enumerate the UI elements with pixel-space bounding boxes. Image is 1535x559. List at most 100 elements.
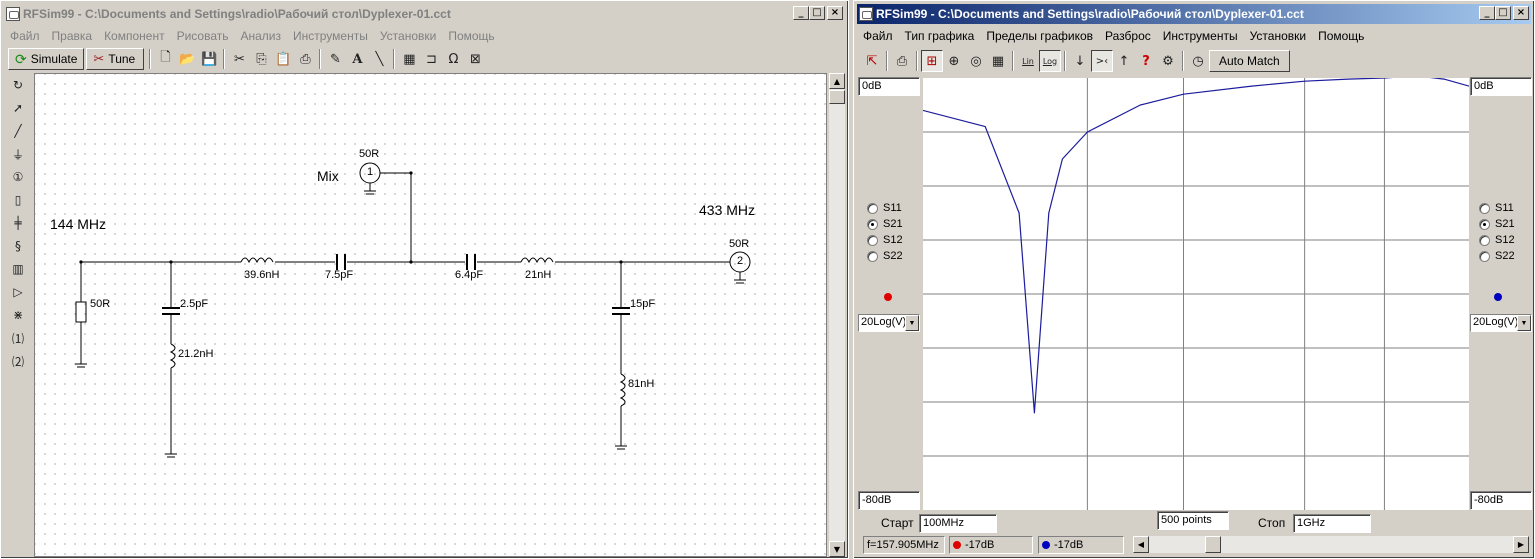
app-icon[interactable] bbox=[6, 7, 20, 21]
title-bar[interactable]: RFSim99 - C:\Documents and Settings\radi… bbox=[857, 4, 1531, 24]
right-top-limit-field[interactable]: 0dB bbox=[1470, 77, 1532, 96]
left-mode-select[interactable]: 20Log(V) ▼ bbox=[858, 314, 920, 332]
stop-frequency-field[interactable]: 1GHz bbox=[1293, 514, 1371, 533]
right-bottom-limit-field[interactable]: -80dB bbox=[1470, 491, 1532, 510]
text-tool-icon[interactable]: A bbox=[346, 48, 368, 70]
app-icon[interactable] bbox=[859, 7, 873, 21]
arrow-up-icon[interactable]: ↑ bbox=[1113, 50, 1135, 72]
horizontal-scrollbar[interactable]: ◀ ▶ bbox=[1133, 536, 1529, 553]
clock-icon[interactable]: ◷ bbox=[1187, 50, 1209, 72]
transmission-line-icon[interactable]: ⊐ bbox=[420, 48, 442, 70]
menu-graph-limits[interactable]: Пределы графиков bbox=[980, 29, 1099, 43]
minimize-button[interactable]: _ bbox=[793, 6, 809, 20]
capacitor-icon[interactable]: ╪ bbox=[7, 212, 29, 234]
export-icon[interactable]: ⇱ bbox=[861, 50, 883, 72]
menu-help[interactable]: Помощь bbox=[1312, 29, 1370, 43]
left-bottom-limit-field[interactable]: -80dB bbox=[858, 491, 920, 510]
line-tool-icon[interactable]: ╲ bbox=[368, 48, 390, 70]
scroll-left-icon[interactable]: ◀ bbox=[1133, 536, 1149, 553]
menu-analysis[interactable]: Анализ bbox=[235, 29, 288, 43]
menu-edit[interactable]: Правка bbox=[46, 29, 99, 43]
menu-tools[interactable]: Инструменты bbox=[1157, 29, 1244, 43]
scroll-up-icon[interactable]: ▲ bbox=[829, 73, 845, 89]
menu-tools[interactable]: Инструменты bbox=[287, 29, 374, 43]
wire-icon[interactable]: ╱ bbox=[7, 120, 29, 142]
left-s11-radio[interactable]: S11 bbox=[867, 202, 902, 214]
coil-icon[interactable]: Ω bbox=[442, 48, 464, 70]
rectangular-plot-icon[interactable]: ⊞ bbox=[921, 50, 943, 72]
ground-icon[interactable]: ⏚ bbox=[7, 143, 29, 165]
calculator-icon[interactable]: ▦ bbox=[398, 48, 420, 70]
minimize-button[interactable]: _ bbox=[1479, 6, 1495, 20]
amplifier-icon[interactable]: ▷ bbox=[7, 281, 29, 303]
plot-area[interactable] bbox=[923, 78, 1469, 510]
smith-chart-icon[interactable]: ◎ bbox=[965, 50, 987, 72]
vertical-scrollbar[interactable]: ▲ ▼ bbox=[829, 73, 845, 557]
right-mode-select[interactable]: 20Log(V) ▼ bbox=[1470, 314, 1532, 332]
chevron-down-icon[interactable]: ▼ bbox=[905, 315, 919, 331]
menu-help[interactable]: Помощь bbox=[442, 29, 500, 43]
pointer-icon[interactable]: ➚ bbox=[7, 97, 29, 119]
zoom-in-icon[interactable]: >‹ bbox=[1091, 50, 1113, 72]
right-s22-radio[interactable]: S22 bbox=[1479, 250, 1515, 262]
scroll-right-icon[interactable]: ▶ bbox=[1513, 536, 1529, 553]
log-scale-button[interactable]: Log bbox=[1039, 50, 1061, 72]
menu-draw[interactable]: Рисовать bbox=[171, 29, 235, 43]
cut-icon[interactable]: ✂ bbox=[228, 48, 250, 70]
menu-settings[interactable]: Установки bbox=[374, 29, 442, 43]
new-file-icon[interactable]: 🗋 bbox=[154, 48, 176, 70]
port2-number: 2 bbox=[737, 255, 744, 267]
left-s22-radio[interactable]: S22 bbox=[867, 250, 903, 262]
menu-spread[interactable]: Разброс bbox=[1099, 29, 1157, 43]
arrow-down-icon[interactable]: ↓ bbox=[1069, 50, 1091, 72]
tuning-icon[interactable]: ⚙ bbox=[1157, 50, 1179, 72]
print-icon[interactable]: ⎙ bbox=[891, 50, 913, 72]
coupler-icon[interactable]: ⋇ bbox=[7, 304, 29, 326]
toolbar-separator bbox=[223, 49, 226, 69]
menu-graph-type[interactable]: Тип графика bbox=[899, 29, 981, 43]
auto-match-button[interactable]: Auto Match bbox=[1209, 50, 1290, 72]
right-s11-radio[interactable]: S11 bbox=[1479, 202, 1514, 214]
close-button[interactable]: × bbox=[827, 6, 843, 20]
schematic-canvas[interactable]: 144 MHz 433 MHz Mix 50R 1 50R 2 50R 2.5p… bbox=[34, 73, 827, 557]
title-bar[interactable]: RFSim99 - C:\Documents and Settings\radi… bbox=[4, 4, 845, 24]
tune-button[interactable]: ✂ Tune bbox=[86, 48, 145, 70]
close-button[interactable]: × bbox=[1513, 6, 1529, 20]
inductor-icon[interactable]: § bbox=[7, 235, 29, 257]
help-icon[interactable]: ? bbox=[1135, 50, 1157, 72]
port-2-icon[interactable]: ⑵ bbox=[7, 350, 29, 372]
table-icon[interactable]: ▦ bbox=[987, 50, 1009, 72]
simulate-button[interactable]: ⟳ Simulate bbox=[8, 48, 85, 70]
transformer-icon[interactable]: ▥ bbox=[7, 258, 29, 280]
probe-icon[interactable]: ✎ bbox=[324, 48, 346, 70]
start-frequency-field[interactable]: 100MHz bbox=[919, 514, 997, 533]
maximize-button[interactable]: □ bbox=[809, 6, 825, 20]
maximize-button[interactable]: □ bbox=[1495, 6, 1511, 20]
lin-scale-button[interactable]: Lin bbox=[1017, 50, 1039, 72]
paste-icon[interactable]: 📋 bbox=[272, 48, 294, 70]
print-icon[interactable]: ⎙ bbox=[294, 48, 316, 70]
left-s12-radio[interactable]: S12 bbox=[867, 234, 903, 246]
smith-tool-icon[interactable]: ⊠ bbox=[464, 48, 486, 70]
chevron-down-icon[interactable]: ▼ bbox=[1517, 315, 1531, 331]
right-s21-radio[interactable]: S21 bbox=[1479, 218, 1515, 230]
copy-icon[interactable]: ⎘ bbox=[250, 48, 272, 70]
polar-plot-icon[interactable]: ⊕ bbox=[943, 50, 965, 72]
port-icon[interactable]: ① bbox=[7, 166, 29, 188]
menu-settings[interactable]: Установки bbox=[1244, 29, 1312, 43]
rotate-icon[interactable]: ↻ bbox=[7, 74, 29, 96]
points-field[interactable]: 500 points bbox=[1157, 511, 1229, 530]
menu-file[interactable]: Файл bbox=[4, 29, 46, 43]
resistor-icon[interactable]: ▯ bbox=[7, 189, 29, 211]
scroll-thumb[interactable] bbox=[1205, 536, 1221, 553]
open-folder-icon[interactable]: 📂 bbox=[176, 48, 198, 70]
left-top-limit-field[interactable]: 0dB bbox=[858, 77, 920, 96]
scroll-down-icon[interactable]: ▼ bbox=[829, 541, 845, 557]
right-s12-radio[interactable]: S12 bbox=[1479, 234, 1515, 246]
scroll-thumb[interactable] bbox=[829, 90, 845, 104]
port-1-icon[interactable]: ⑴ bbox=[7, 327, 29, 349]
left-s21-radio[interactable]: S21 bbox=[867, 218, 903, 230]
save-icon[interactable]: 💾 bbox=[198, 48, 220, 70]
menu-component[interactable]: Компонент bbox=[98, 29, 171, 43]
menu-file[interactable]: Файл bbox=[857, 29, 899, 43]
